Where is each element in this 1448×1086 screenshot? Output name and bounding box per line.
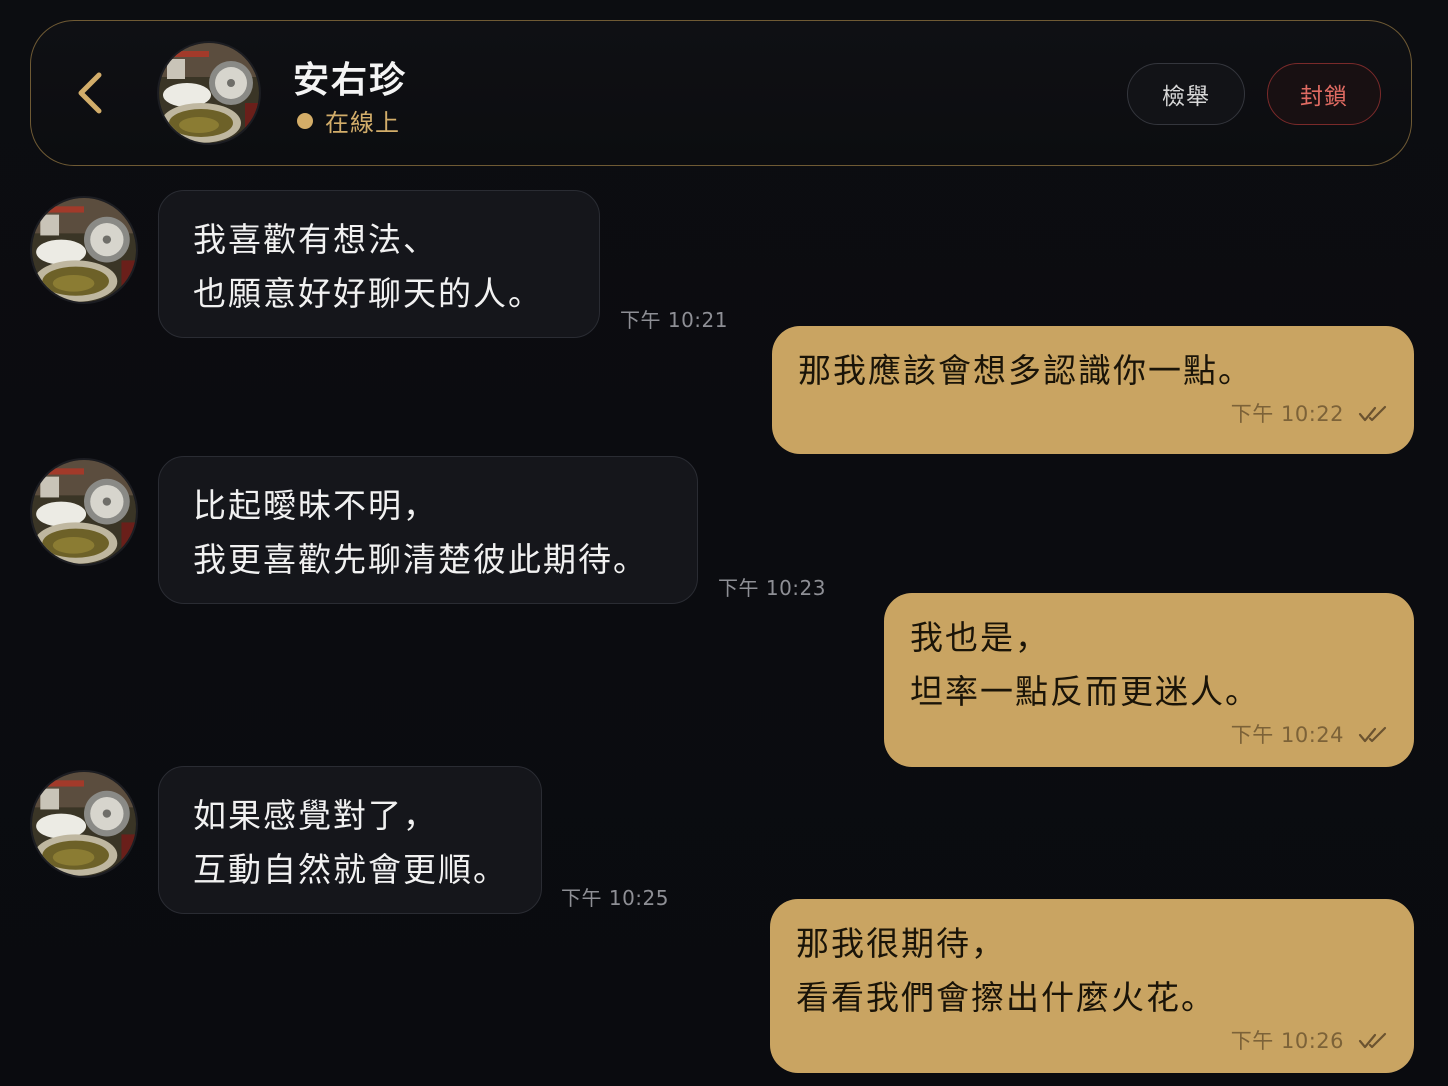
sender-avatar[interactable] xyxy=(32,198,136,302)
contact-avatar[interactable] xyxy=(159,43,259,143)
message-meta: 下午 10:22 xyxy=(798,400,1388,428)
avatar-image xyxy=(32,198,136,302)
status-text: 在線上 xyxy=(325,109,400,137)
incoming-message-bubble[interactable]: 我喜歡有想法、 也願意好好聊天的人。 xyxy=(158,190,600,338)
message-timestamp: 下午 10:23 xyxy=(718,576,826,600)
message-line: 如果感覺對了， xyxy=(193,796,438,835)
contact-name: 安右珍 xyxy=(293,60,408,101)
message-timestamp: 下午 10:24 xyxy=(1230,723,1344,747)
chat-header: 安右珍 在線上 檢舉 封鎖 xyxy=(30,20,1412,166)
online-status: 在線上 xyxy=(297,103,400,138)
message-timestamp: 下午 10:21 xyxy=(620,308,728,332)
message-timestamp: 下午 10:25 xyxy=(561,886,669,910)
message-meta: 下午 10:26 xyxy=(796,1027,1388,1055)
chat-screen: 安右珍 在線上 檢舉 封鎖 我喜歡有想法、 也願意好好聊天的人。 下午 10:2… xyxy=(0,0,1448,1086)
double-check-icon xyxy=(1358,1032,1387,1049)
message-line: 那我應該會想多認識你一點。 xyxy=(798,351,1253,390)
message-line: 那我很期待， xyxy=(796,924,1006,963)
message-line: 我也是， xyxy=(910,618,1050,657)
outgoing-message-bubble[interactable]: 那我很期待， 看看我們會擦出什麼火花。 下午 10:26 xyxy=(770,899,1414,1073)
message-timestamp: 下午 10:26 xyxy=(1230,1029,1344,1053)
outgoing-message-bubble[interactable]: 我也是， 坦率一點反而更迷人。 下午 10:24 xyxy=(884,593,1414,767)
message-line: 互動自然就會更順。 xyxy=(193,850,508,889)
incoming-message-bubble[interactable]: 比起曖昧不明， 我更喜歡先聊清楚彼此期待。 xyxy=(158,456,698,604)
outgoing-message-bubble[interactable]: 那我應該會想多認識你一點。 下午 10:22 xyxy=(772,326,1414,454)
message-line: 我更喜歡先聊清楚彼此期待。 xyxy=(193,540,648,579)
message-line: 看看我們會擦出什麼火花。 xyxy=(796,978,1216,1017)
message-line: 我喜歡有想法、 xyxy=(193,220,438,259)
back-button[interactable] xyxy=(71,69,115,117)
sender-avatar[interactable] xyxy=(32,460,136,564)
block-button[interactable]: 封鎖 xyxy=(1267,63,1381,125)
sender-avatar[interactable] xyxy=(32,772,136,876)
report-button[interactable]: 檢舉 xyxy=(1127,63,1245,125)
double-check-icon xyxy=(1358,405,1387,422)
message-line: 也願意好好聊天的人。 xyxy=(193,274,543,313)
message-line: 坦率一點反而更迷人。 xyxy=(910,672,1260,711)
incoming-message-bubble[interactable]: 如果感覺對了， 互動自然就會更順。 xyxy=(158,766,542,914)
double-check-icon xyxy=(1358,726,1387,743)
online-dot-icon xyxy=(297,112,313,129)
avatar-image xyxy=(32,460,136,564)
message-meta: 下午 10:24 xyxy=(910,721,1388,749)
message-timestamp: 下午 10:22 xyxy=(1230,402,1344,426)
message-line: 比起曖昧不明， xyxy=(193,486,438,525)
chevron-left-icon xyxy=(78,72,102,114)
avatar-image xyxy=(32,772,136,876)
avatar-image xyxy=(159,43,259,143)
